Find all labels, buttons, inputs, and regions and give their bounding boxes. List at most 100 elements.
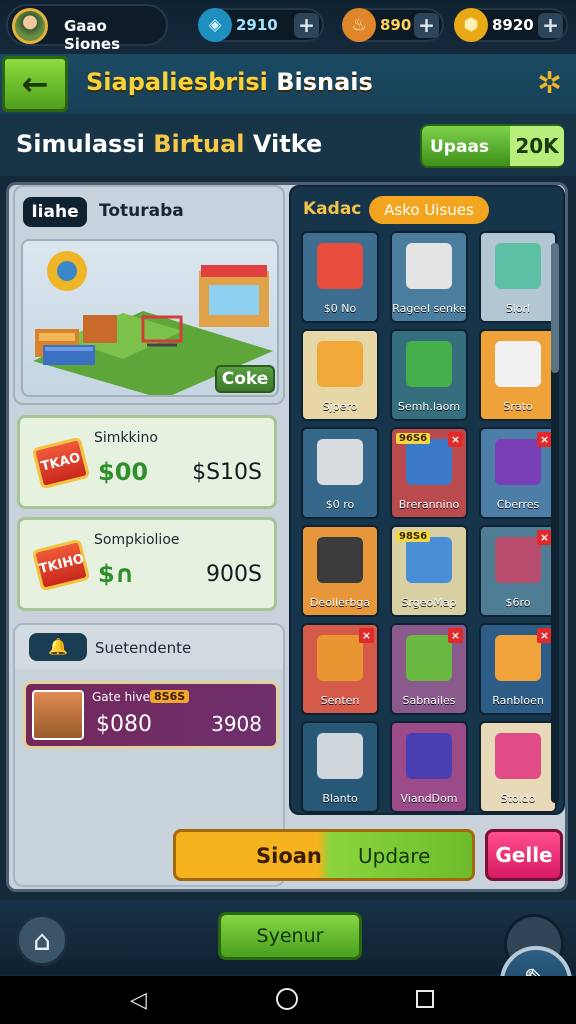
shop-item-tile[interactable]: Stoldo: [479, 721, 557, 813]
shop-item-label: Deollerbga: [309, 596, 371, 609]
close-icon[interactable]: ×: [537, 530, 552, 545]
price-tag: 96S6: [396, 433, 431, 444]
shop-label: Kadac: [303, 199, 362, 219]
shop-item-label: Srato: [503, 400, 533, 413]
shop-item-label: $6ro: [505, 596, 531, 609]
page-title: Siapaliesbrisi Bisnais: [86, 68, 373, 96]
gems-value: 2910: [236, 16, 278, 34]
system-back-icon[interactable]: ◁: [130, 988, 147, 1013]
shop-item-label: Semh.laom: [397, 400, 461, 413]
promo-value: $080: [96, 712, 152, 737]
shop-item-tile[interactable]: Slorl: [479, 231, 557, 323]
stat-value: $00: [98, 458, 149, 486]
stat-total: 900S: [206, 562, 262, 587]
cancel-button[interactable]: Gelle: [485, 829, 563, 881]
close-icon[interactable]: ×: [359, 628, 374, 643]
business-overview: Iiahe Toturaba Coke TKAO Simkkino $00 $S…: [9, 185, 287, 889]
add-energy-button[interactable]: +: [414, 13, 439, 38]
shop-filter-tab[interactable]: Asko Uisues: [369, 196, 489, 224]
shop-item-tile[interactable]: 98S6 SrgeoMap: [390, 525, 468, 617]
gem-icon: ◈: [198, 8, 232, 42]
shop-item-image: [495, 243, 541, 289]
shop-item-label: $0 ro: [325, 498, 355, 511]
system-recents-icon[interactable]: [416, 990, 434, 1008]
back-arrow-icon: ←: [21, 65, 49, 103]
shop-scrollbar[interactable]: [551, 243, 559, 803]
close-icon[interactable]: ×: [448, 432, 463, 447]
promo-card[interactable]: Gate hive 8S6S $080 3908: [23, 681, 279, 749]
coins-value: 8920: [492, 16, 534, 34]
profile-badge[interactable]: Gaao Siones: [6, 4, 168, 53]
shop-item-label: Stoldo: [500, 792, 536, 805]
shop-item-tile[interactable]: $0 No: [301, 231, 379, 323]
shop-item-label: SrgeoMap: [401, 596, 457, 609]
shop-item-image: [495, 733, 541, 779]
shop-item-tile[interactable]: × Cberres: [479, 427, 557, 519]
energy-value: 890: [380, 16, 412, 34]
home-icon[interactable]: ⌂: [16, 914, 68, 966]
avatar[interactable]: [12, 8, 48, 44]
back-button[interactable]: ←: [2, 56, 68, 112]
shop-item-tile[interactable]: Deollerbga: [301, 525, 379, 617]
shop-item-tile[interactable]: × Sabnailes: [390, 623, 468, 715]
bell-icon[interactable]: 🔔: [29, 633, 87, 661]
upgrade-cost-button[interactable]: Upaas 20K: [420, 124, 564, 168]
shop-item-image: [317, 537, 363, 583]
add-gems-button[interactable]: +: [294, 13, 319, 38]
add-coins-button[interactable]: +: [538, 13, 563, 38]
business-illustration: Coke: [21, 239, 279, 397]
page-title-secondary: Bisnais: [276, 68, 373, 96]
menu-button[interactable]: Syenur: [218, 912, 362, 960]
shop-item-image: [406, 635, 452, 681]
shop-item-tile[interactable]: Rageel senke: [390, 231, 468, 323]
shop-item-tile[interactable]: Srato: [479, 329, 557, 421]
update-button[interactable]: Sioan Updare: [173, 829, 475, 881]
price-tag-icon: TKIHO: [31, 538, 91, 592]
coke-button[interactable]: Coke: [215, 365, 275, 393]
gems-counter: ◈ 2910 +: [198, 8, 324, 42]
stat-card: TKIHO Sompkiolioe $∩ 900S: [17, 517, 277, 611]
section-title-part-1: Simulassi: [16, 130, 145, 158]
resource-bar: Gaao Siones ◈ 2910 + ♨ 890 + ⬢ 8920 +: [0, 0, 576, 53]
system-home-icon[interactable]: [276, 988, 298, 1010]
shop-item-label: Brerannino: [398, 498, 460, 511]
shop-item-image: [495, 635, 541, 681]
notifications-title: Suetendente: [95, 639, 192, 657]
shop-item-tile[interactable]: Sjpero: [301, 329, 379, 421]
section-title-part-3: Vitke: [252, 130, 323, 158]
close-icon[interactable]: ×: [448, 628, 463, 643]
shop-item-image: [317, 243, 363, 289]
shop-item-image: [406, 439, 452, 485]
shop-item-tile[interactable]: 96S6 × Brerannino: [390, 427, 468, 519]
shop-item-image: [317, 635, 363, 681]
section-title-part-2: Birtual: [153, 130, 245, 158]
coins-counter: ⬢ 8920 +: [454, 8, 568, 42]
price-tag-icon: TKAO: [31, 436, 91, 490]
shop-item-image: [317, 733, 363, 779]
shop-item-image: [406, 733, 452, 779]
page-title-primary: Siapaliesbrisi: [86, 68, 268, 96]
close-icon[interactable]: ×: [537, 628, 552, 643]
shop-item-label: Senten: [320, 694, 360, 707]
shop-item-tile[interactable]: ViandDom: [390, 721, 468, 813]
shop-panel: Kadac Asko Uisues $0 No Rageel senke Slorl…: [289, 185, 565, 815]
shop-item-image: [495, 439, 541, 485]
shop-item-label: Rageel senke: [392, 302, 466, 315]
shop-item-tile[interactable]: × Ranbloen: [479, 623, 557, 715]
close-icon[interactable]: ×: [537, 432, 552, 447]
business-info-card: Iiahe Toturaba Coke: [13, 185, 285, 405]
shop-item-tile[interactable]: × Senten: [301, 623, 379, 715]
shop-item-image: [406, 537, 452, 583]
section-title: Simulassi Birtual Vitke: [16, 130, 322, 158]
upgrade-cost-value: 20K: [510, 126, 564, 166]
main-panel: Iiahe Toturaba Coke TKAO Simkkino $00 $S…: [6, 182, 568, 892]
promo-image: [32, 690, 84, 740]
shop-item-tile[interactable]: Semh.laom: [390, 329, 468, 421]
shop-item-tile[interactable]: $0 ro: [301, 427, 379, 519]
shop-scroll-thumb[interactable]: [551, 243, 559, 373]
gear-icon[interactable]: ✲: [537, 66, 562, 101]
update-button-left-label: Sioan: [256, 844, 322, 868]
shop-item-tile[interactable]: × $6ro: [479, 525, 557, 617]
shop-item-tile[interactable]: Blanto: [301, 721, 379, 813]
shop-item-image: [317, 341, 363, 387]
